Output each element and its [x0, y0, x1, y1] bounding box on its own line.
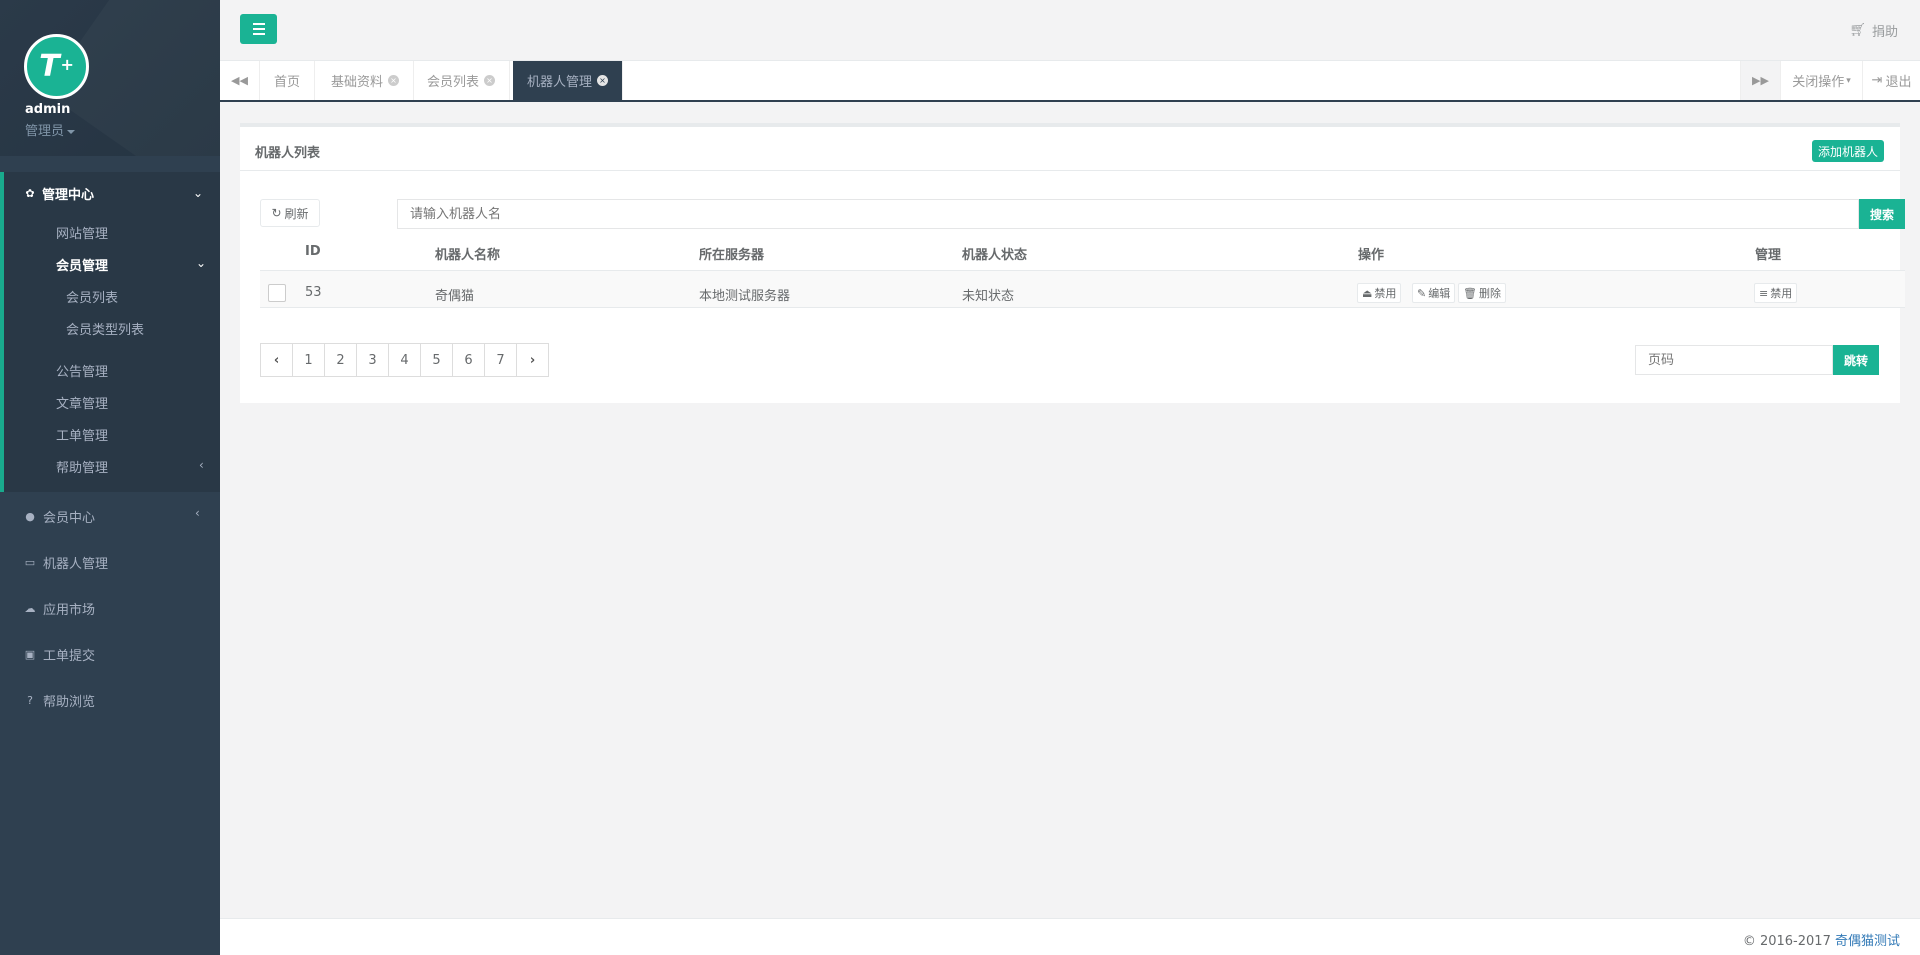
nav-member-center[interactable]: ● 会员中心	[24, 507, 95, 526]
sidebar: T + admin 管理员 ✿ 管理中心 ⌄ 网站管理 会员管理 ⌄ 会员列表 会…	[0, 0, 220, 955]
chevron-down-icon: ⌄	[193, 186, 204, 200]
nav-ticket-submit[interactable]: ▣ 工单提交	[24, 645, 95, 664]
edit-icon: ✎	[1417, 286, 1427, 300]
refresh-button[interactable]: ↻ 刷新	[260, 199, 320, 227]
sign-out-icon: ⇥	[1871, 73, 1883, 88]
nav-site-manage[interactable]: 网站管理	[56, 223, 108, 242]
page-number-input[interactable]	[1635, 345, 1833, 375]
manage-disable-button[interactable]: ≡ 禁用	[1754, 283, 1798, 303]
chevron-left-icon: ‹	[199, 458, 204, 472]
chevron-down-icon: ⌄	[196, 256, 207, 270]
column-header-status[interactable]: 机器人状态	[962, 244, 1027, 263]
nav-article-manage[interactable]: 文章管理	[56, 393, 108, 412]
tab-scroll-right-button[interactable]: ▶▶	[1740, 61, 1780, 100]
nav-help-manage[interactable]: 帮助管理	[56, 457, 108, 476]
tab-basic-info[interactable]: 基础资料 ×	[317, 61, 415, 100]
page-5[interactable]: 5	[420, 343, 453, 377]
gear-icon: ✿	[25, 187, 35, 200]
robot-list-panel: 机器人列表 添加机器人 ↻刷新 搜索 ID 机器人名称 所在服务器 机器人状态 …	[240, 123, 1905, 403]
add-robot-button[interactable]: 添加机器人	[1811, 140, 1884, 162]
tab-bar: ◀◀ 首页 基础资料 × 会员列表 × 机器人管理 × ▶▶ 关闭操作 ▾ ⇥ 退出	[220, 61, 1920, 102]
nav-help-browse[interactable]: ? 帮助浏览	[24, 691, 95, 710]
cell-status: 未知状态	[962, 289, 1015, 304]
tab-robot-manage[interactable]: 机器人管理 ×	[513, 61, 624, 100]
tab-member-list[interactable]: 会员列表 ×	[413, 61, 511, 100]
search-button[interactable]: 搜索	[1859, 199, 1905, 229]
cloud-icon: ☁	[24, 602, 36, 615]
column-header-actions: 操作	[1358, 248, 1385, 263]
refresh-icon: ↻	[271, 206, 282, 220]
cell-id: 53	[305, 285, 322, 300]
chevron-right-icon: ›	[529, 352, 536, 368]
panel-title: 机器人列表	[255, 146, 321, 161]
delete-button[interactable]: 🗑︎ 删除	[1458, 283, 1506, 303]
footer: © 2016-2017 奇偶猫测试	[220, 918, 1920, 955]
copyright-text: © 2016-2017	[1742, 934, 1831, 949]
trash-icon: 🗑︎	[1463, 286, 1477, 300]
forward-icon: ▶▶	[1752, 74, 1769, 87]
column-header-manage: 管理	[1755, 248, 1782, 263]
row-checkbox[interactable]	[268, 284, 286, 302]
cell-server: 本地测试服务器	[699, 289, 791, 304]
top-navbar: 🛒︎ 捐助	[220, 0, 1920, 61]
nav-notice-manage[interactable]: 公告管理	[56, 361, 108, 380]
column-header-id[interactable]: ID	[305, 244, 321, 259]
nav-ticket-manage[interactable]: 工单管理	[56, 425, 108, 444]
prev-page-button[interactable]: ‹	[260, 343, 293, 377]
role-dropdown[interactable]: 管理员	[25, 120, 76, 139]
next-page-button[interactable]: ›	[516, 343, 549, 377]
question-circle-icon: ?	[27, 694, 33, 707]
edit-button[interactable]: ✎ 编辑	[1412, 283, 1456, 303]
page-2[interactable]: 2	[324, 343, 357, 377]
table-row	[260, 271, 1905, 308]
tab-scroll-left-button[interactable]: ◀◀	[220, 61, 260, 100]
close-ops-dropdown[interactable]: 关闭操作 ▾	[1780, 61, 1862, 100]
footer-link[interactable]: 奇偶猫测试	[1835, 934, 1900, 949]
page-7[interactable]: 7	[484, 343, 517, 377]
pagination: ‹ 1 2 3 4 5 6 7 ›	[260, 343, 549, 377]
desktop-icon: ▭	[24, 556, 36, 569]
nav-robot-manage[interactable]: ▭ 机器人管理	[24, 553, 108, 572]
cell-name: 奇偶猫	[435, 289, 475, 304]
avatar[interactable]: T +	[24, 34, 89, 99]
page-3[interactable]: 3	[356, 343, 389, 377]
chevron-left-icon: ‹	[195, 506, 200, 520]
chevron-left-icon: ‹	[273, 352, 280, 368]
page-1[interactable]: 1	[292, 343, 325, 377]
column-header-name[interactable]: 机器人名称	[435, 244, 500, 263]
close-icon[interactable]: ×	[388, 75, 400, 86]
profile-panel: T + admin 管理员	[0, 0, 220, 156]
nav-member-type-list[interactable]: 会员类型列表	[66, 319, 144, 338]
sidebar-toggle-button[interactable]	[240, 14, 277, 44]
logout-button[interactable]: ⇥ 退出	[1862, 61, 1920, 100]
page-6[interactable]: 6	[452, 343, 485, 377]
backward-icon: ◀◀	[231, 74, 248, 87]
donate-link[interactable]: 🛒︎ 捐助	[1849, 21, 1898, 40]
nav-member-list[interactable]: 会员列表	[66, 287, 118, 306]
jump-button[interactable]: 跳转	[1833, 345, 1879, 375]
user-icon: ●	[25, 510, 35, 523]
nav-member-manage[interactable]: 会员管理	[56, 255, 108, 274]
cart-icon: 🛒︎	[1849, 23, 1866, 38]
close-icon[interactable]: ×	[484, 75, 496, 86]
nav-admin-center[interactable]: ✿ 管理中心	[24, 184, 94, 203]
username: admin	[25, 102, 71, 117]
bars-icon: ≡	[1759, 286, 1769, 300]
page-4[interactable]: 4	[388, 343, 421, 377]
disable-button[interactable]: ⏏ 禁用	[1357, 283, 1402, 303]
tab-home[interactable]: 首页	[260, 61, 316, 100]
calendar-plus-icon: ▣	[24, 648, 36, 661]
column-header-server[interactable]: 所在服务器	[699, 244, 764, 263]
robot-search-input[interactable]	[397, 199, 1859, 229]
close-icon[interactable]: ×	[597, 75, 609, 86]
caret-down-icon: ▾	[1846, 75, 1851, 86]
eject-icon: ⏏	[1362, 286, 1373, 300]
nav-app-market[interactable]: ☁ 应用市场	[24, 599, 96, 618]
caret-down-icon	[67, 129, 76, 134]
